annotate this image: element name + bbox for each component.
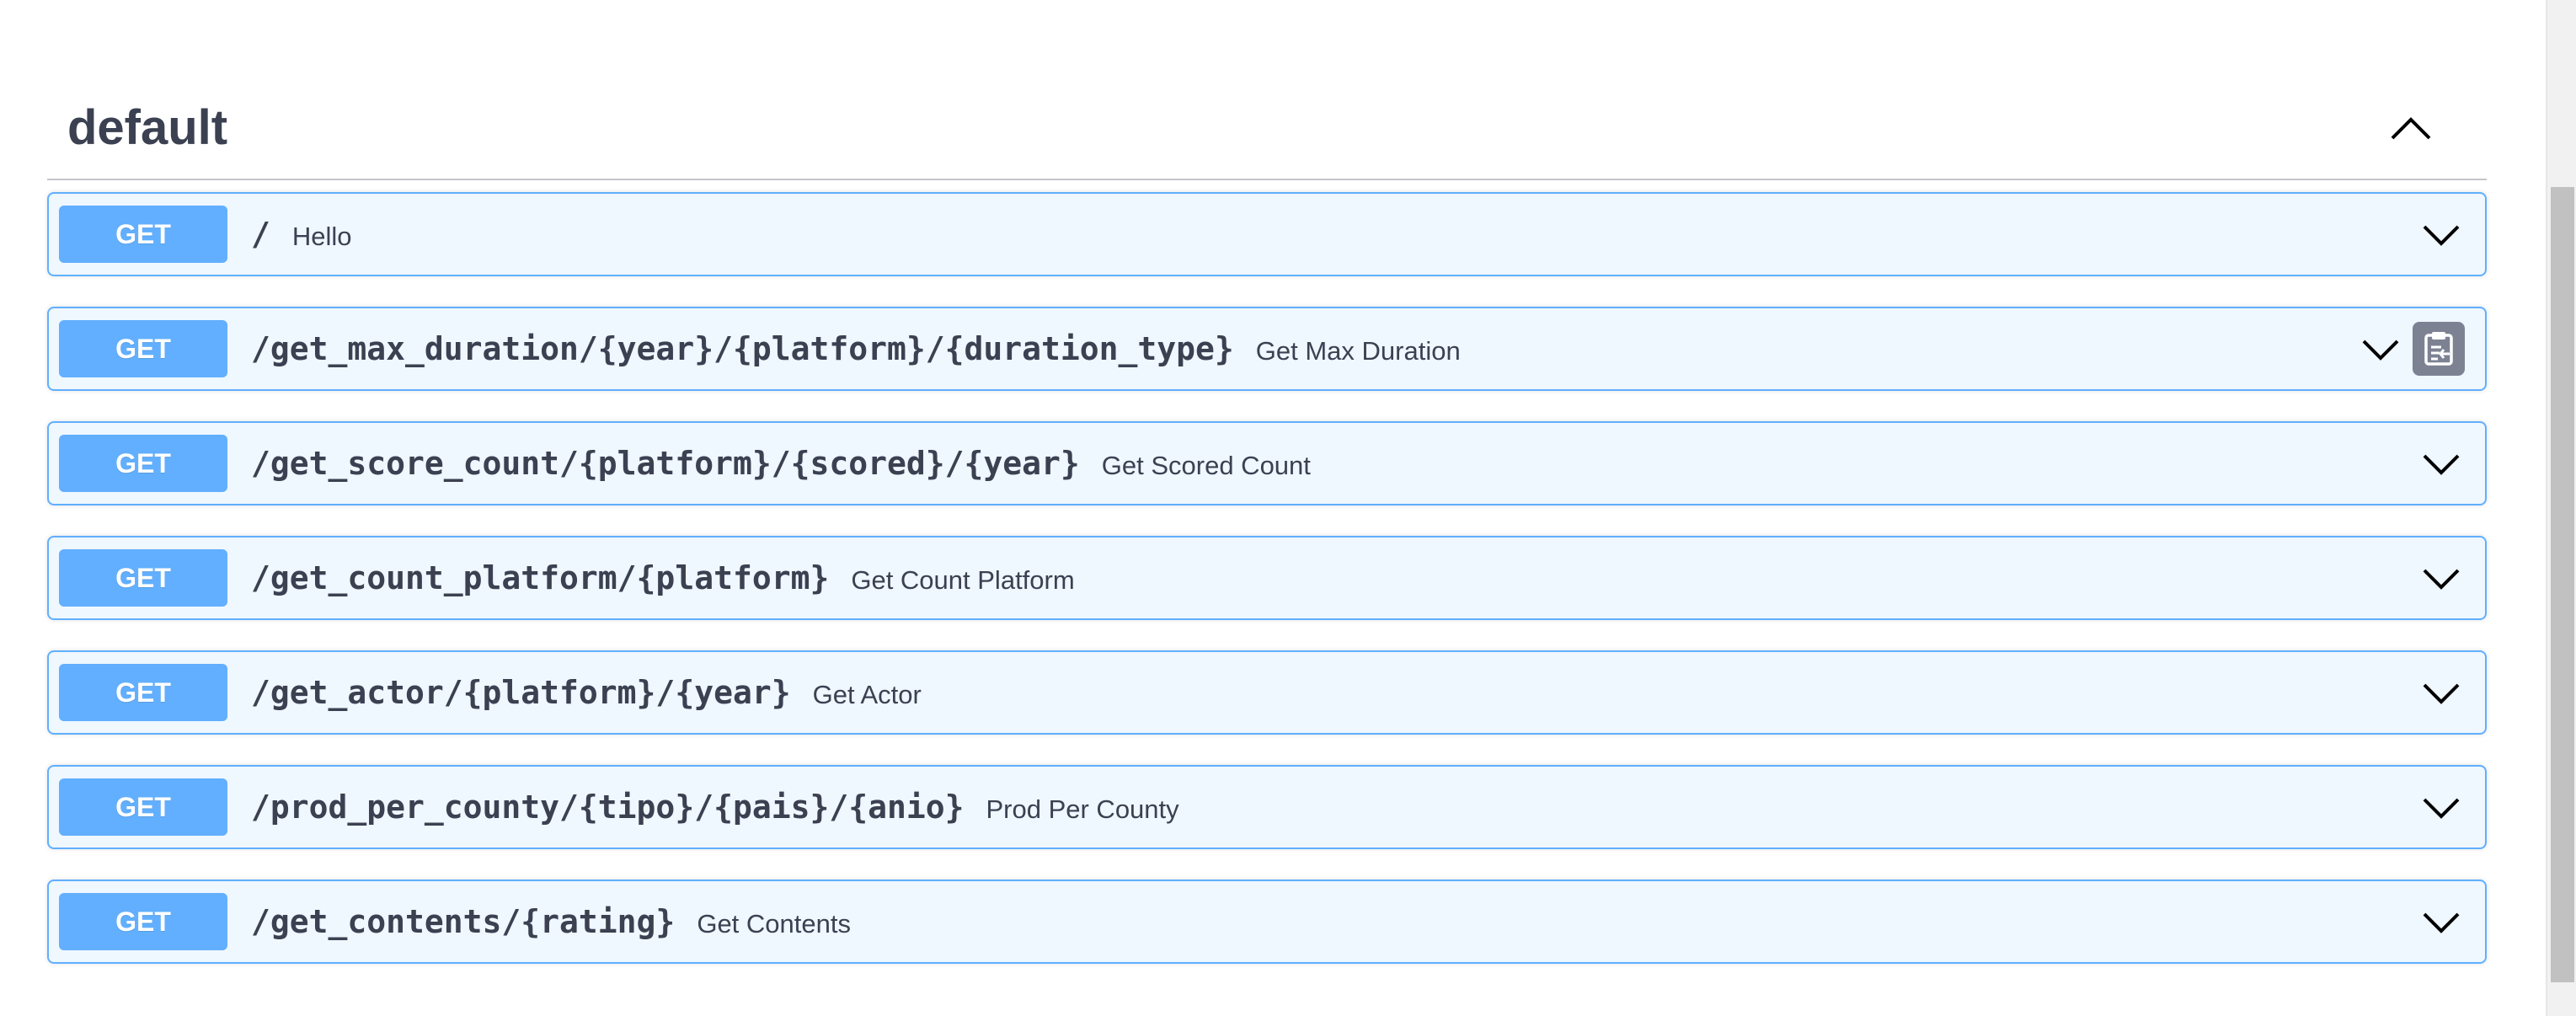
operation-path-line: / Hello	[251, 194, 352, 275]
operation-path-line: /get_count_platform/{platform} Get Count …	[251, 537, 1075, 618]
operation-path: /	[251, 216, 270, 253]
chevron-down-icon[interactable]	[2421, 214, 2461, 254]
method-badge: GET	[59, 778, 227, 836]
operation-summary: Prod Per County	[986, 794, 1179, 824]
clipboard-copy-icon[interactable]	[2413, 322, 2465, 376]
operation-row[interactable]: GET /get_count_platform/{platform} Get Co…	[47, 536, 2487, 620]
operation-row[interactable]: GET /get_contents/{rating} Get Contents	[47, 880, 2487, 964]
operation-path: /get_contents/{rating}	[251, 903, 676, 940]
operation-path: /get_score_count/{platform}/{scored}/{ye…	[251, 445, 1080, 482]
operation-path-line: /prod_per_county/{tipo}/{pais}/{anio} Pro…	[251, 767, 1179, 848]
operation-summary: Get Count Platform	[851, 565, 1075, 595]
operation-row[interactable]: GET / Hello	[47, 192, 2487, 276]
chevron-down-icon[interactable]	[2421, 443, 2461, 484]
method-badge: GET	[59, 549, 227, 607]
operation-path: /get_count_platform/{platform}	[251, 559, 830, 596]
method-badge: GET	[59, 206, 227, 263]
operation-path: /get_actor/{platform}/{year}	[251, 674, 791, 711]
tag-title: default	[67, 100, 228, 155]
operation-summary: Get Actor	[812, 680, 922, 709]
chevron-up-icon[interactable]	[2386, 104, 2436, 155]
operation-path: /get_max_duration/{year}/{platform}/{dur…	[251, 330, 1234, 367]
operation-row[interactable]: GET /get_score_count/{platform}/{scored}…	[47, 421, 2487, 505]
operation-row[interactable]: GET /get_max_duration/{year}/{platform}/…	[47, 307, 2487, 391]
method-badge: GET	[59, 664, 227, 721]
chevron-down-icon[interactable]	[2360, 329, 2401, 369]
chevron-down-icon[interactable]	[2421, 672, 2461, 713]
chevron-down-icon[interactable]	[2421, 901, 2461, 942]
operation-path-line: /get_score_count/{platform}/{scored}/{ye…	[251, 423, 1311, 504]
operation-summary: Get Scored Count	[1101, 451, 1311, 480]
operation-summary: Get Contents	[697, 909, 851, 938]
operations-list: GET / Hello GET /get_max_duration/{year}/…	[47, 192, 2487, 994]
method-badge: GET	[59, 435, 227, 492]
operation-path-line: /get_max_duration/{year}/{platform}/{dur…	[251, 308, 1461, 389]
tag-header[interactable]: default	[47, 83, 2487, 180]
method-badge: GET	[59, 893, 227, 950]
chevron-down-icon[interactable]	[2421, 787, 2461, 827]
operation-row[interactable]: GET /prod_per_county/{tipo}/{pais}/{anio…	[47, 765, 2487, 849]
operation-row[interactable]: GET /get_actor/{platform}/{year} Get Acto…	[47, 650, 2487, 735]
operation-summary: Get Max Duration	[1255, 336, 1461, 366]
method-badge: GET	[59, 320, 227, 377]
swagger-page: default GET / Hello GET /get_max_duration…	[0, 0, 2576, 1016]
vertical-scrollbar[interactable]	[2546, 0, 2576, 1016]
operation-path-line: /get_actor/{platform}/{year} Get Actor	[251, 652, 922, 733]
operation-summary: Hello	[291, 222, 352, 251]
operation-path-line: /get_contents/{rating} Get Contents	[251, 881, 851, 962]
operation-path: /prod_per_county/{tipo}/{pais}/{anio}	[251, 789, 965, 826]
scrollbar-thumb[interactable]	[2551, 187, 2574, 982]
chevron-down-icon[interactable]	[2421, 558, 2461, 598]
